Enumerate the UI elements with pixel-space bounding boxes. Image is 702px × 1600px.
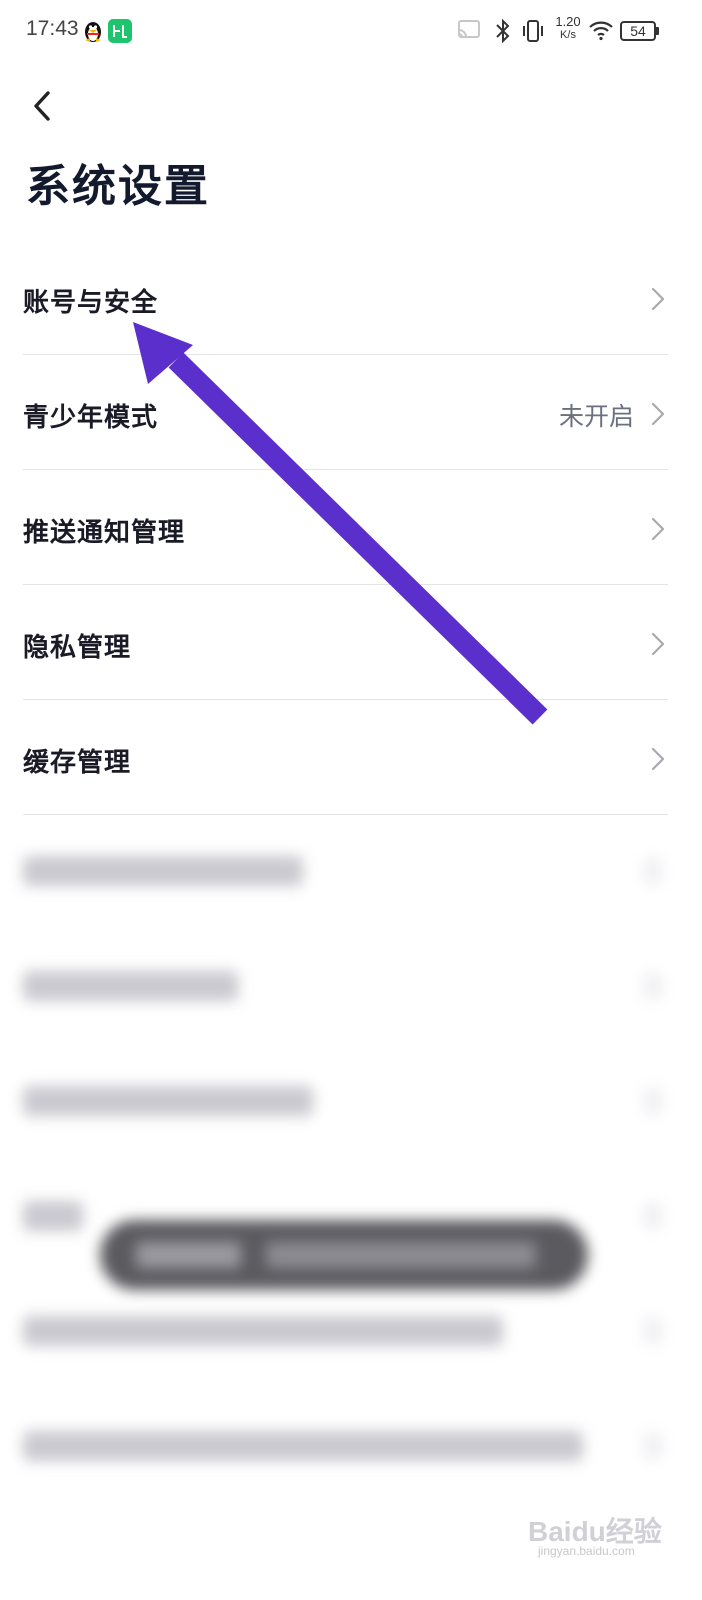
blurred-chevron	[644, 1318, 662, 1344]
blurred-toast-text	[266, 1242, 536, 1268]
blurred-chevron	[644, 1088, 662, 1114]
speed-unit: K/s	[560, 29, 576, 41]
speed-value: 1.20	[555, 14, 581, 29]
blurred-text	[23, 1086, 313, 1116]
settings-row-label: 隐私管理	[23, 633, 132, 663]
blurred-row	[23, 812, 668, 927]
screen-cast-icon	[458, 20, 480, 38]
battery-level: 54	[630, 23, 646, 39]
battery-indicator: 54	[620, 21, 656, 41]
blurred-toast	[100, 1220, 588, 1290]
blurred-toast-text	[136, 1242, 241, 1268]
page-title: 系统设置	[26, 161, 210, 212]
settings-row-label: 青少年模式	[23, 403, 159, 433]
chevron-right-icon	[651, 517, 665, 541]
blurred-settings-region	[0, 812, 702, 1600]
back-arrow-icon[interactable]	[26, 86, 66, 126]
settings-row-status: 未开启	[558, 402, 634, 431]
blurred-row	[23, 1387, 668, 1502]
blurred-text	[23, 856, 303, 886]
settings-row-account-security[interactable]: 账号与安全	[23, 240, 668, 355]
blurred-chevron	[644, 1433, 662, 1459]
wifi-icon	[589, 21, 613, 41]
network-speed: 1.20 K/s	[553, 15, 583, 42]
green-app-icon	[108, 19, 132, 43]
chevron-right-icon	[651, 747, 665, 771]
status-time: 17:43	[26, 17, 79, 40]
chevron-right-icon	[651, 287, 665, 311]
blurred-text	[23, 971, 238, 1001]
blurred-row	[23, 927, 668, 1042]
settings-row-push-notifications[interactable]: 推送通知管理	[23, 470, 668, 585]
blurred-chevron	[644, 858, 662, 884]
chevron-right-icon	[651, 632, 665, 656]
settings-row-privacy[interactable]: 隐私管理	[23, 585, 668, 700]
qq-penguin-icon	[85, 22, 101, 42]
settings-row-label: 缓存管理	[23, 748, 132, 778]
blurred-text	[23, 1201, 83, 1231]
settings-row-label: 账号与安全	[23, 288, 159, 318]
battery-tip	[656, 27, 659, 35]
settings-row-cache[interactable]: 缓存管理	[23, 700, 668, 815]
bluetooth-icon	[496, 18, 510, 44]
chevron-right-icon	[651, 402, 665, 426]
blurred-text	[23, 1316, 503, 1346]
blurred-chevron	[644, 1203, 662, 1229]
settings-row-label: 推送通知管理	[23, 518, 186, 548]
settings-row-teen-mode[interactable]: 青少年模式 未开启	[23, 355, 668, 470]
watermark-subtext: jingyan.baidu.com	[538, 1544, 635, 1558]
baidu-watermark: Baidu经验 jingyan.baidu.com	[528, 1500, 678, 1558]
vibrate-icon	[523, 20, 543, 42]
status-bar: 17:43 1.20 K/s 54	[0, 0, 702, 64]
blurred-chevron	[644, 973, 662, 999]
blurred-row	[23, 1042, 668, 1157]
blurred-text	[23, 1431, 583, 1461]
